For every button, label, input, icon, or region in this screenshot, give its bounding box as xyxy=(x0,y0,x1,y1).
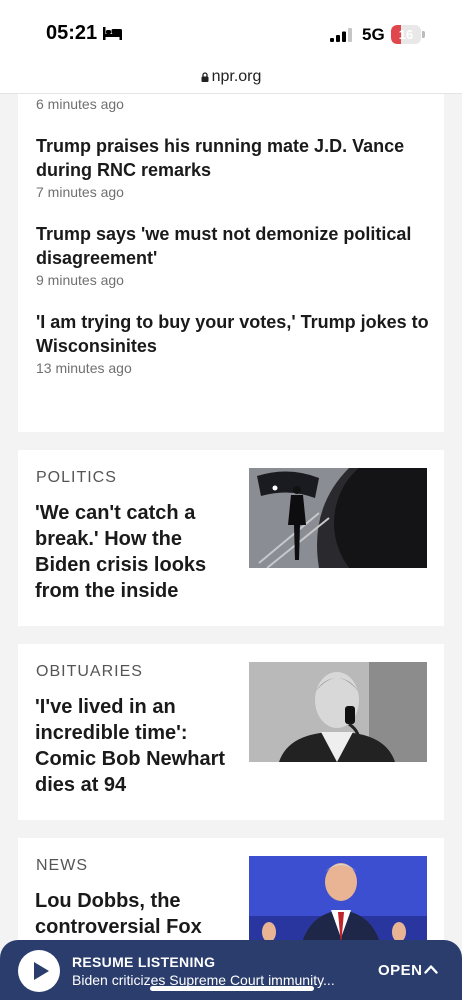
story-section-label[interactable]: POLITICS xyxy=(36,469,117,487)
live-update-time: 7 minutes ago xyxy=(36,184,124,200)
battery-percent: 16 xyxy=(398,27,414,42)
signal-icon xyxy=(330,28,352,42)
live-update-time: 13 minutes ago xyxy=(36,360,132,376)
live-update-time: 6 minutes ago xyxy=(36,96,124,112)
story-card-news[interactable]: NEWS Lou Dobbs, the controversial Fox xyxy=(18,838,444,948)
story-card-obituaries[interactable]: OBITUARIES 'I've lived in an incredible … xyxy=(18,644,444,820)
story-card-politics[interactable]: POLITICS 'We can't catch a break.' How t… xyxy=(18,450,444,626)
live-update-time: 9 minutes ago xyxy=(36,272,124,288)
live-update-title[interactable]: Trump says 'we must not demonize politic… xyxy=(36,222,432,270)
url-text: npr.org xyxy=(211,68,262,85)
home-indicator[interactable] xyxy=(150,986,314,991)
story-section-label[interactable]: OBITUARIES xyxy=(36,663,143,681)
bed-icon xyxy=(103,27,122,40)
chevron-up-icon[interactable] xyxy=(424,964,438,974)
status-bar: 05:21 5G 16 xyxy=(0,0,462,64)
story-headline[interactable]: 'We can't catch a break.' How the Biden … xyxy=(35,500,235,604)
audio-player-bar[interactable]: RESUME LISTENING Biden criticizes Suprem… xyxy=(0,940,462,1000)
story-thumbnail[interactable] xyxy=(249,662,427,762)
story-section-label[interactable]: NEWS xyxy=(36,857,88,875)
story-thumbnail[interactable] xyxy=(249,468,427,568)
story-thumbnail[interactable] xyxy=(249,856,427,948)
play-icon xyxy=(34,962,49,980)
play-button[interactable] xyxy=(18,950,60,992)
status-time: 05:21 xyxy=(46,22,98,44)
address-bar[interactable]: npr.org xyxy=(0,64,462,94)
story-headline[interactable]: Lou Dobbs, the controversial Fox xyxy=(35,888,235,940)
battery-icon: 16 xyxy=(391,25,421,44)
story-headline[interactable]: 'I've lived in an incredible time': Comi… xyxy=(35,694,235,798)
url-display[interactable]: npr.org xyxy=(0,68,462,86)
live-update-title[interactable]: 'I am trying to buy your votes,' Trump j… xyxy=(36,310,432,358)
live-update-title[interactable]: Trump praises his running mate J.D. Vanc… xyxy=(36,134,432,182)
live-updates-card: 6 minutes ago Trump praises his running … xyxy=(18,94,444,432)
network-label: 5G xyxy=(362,25,385,44)
open-player-button[interactable]: OPEN xyxy=(378,962,423,979)
lock-icon xyxy=(201,72,209,82)
player-heading: RESUME LISTENING xyxy=(72,954,216,970)
battery-nub xyxy=(422,31,425,38)
